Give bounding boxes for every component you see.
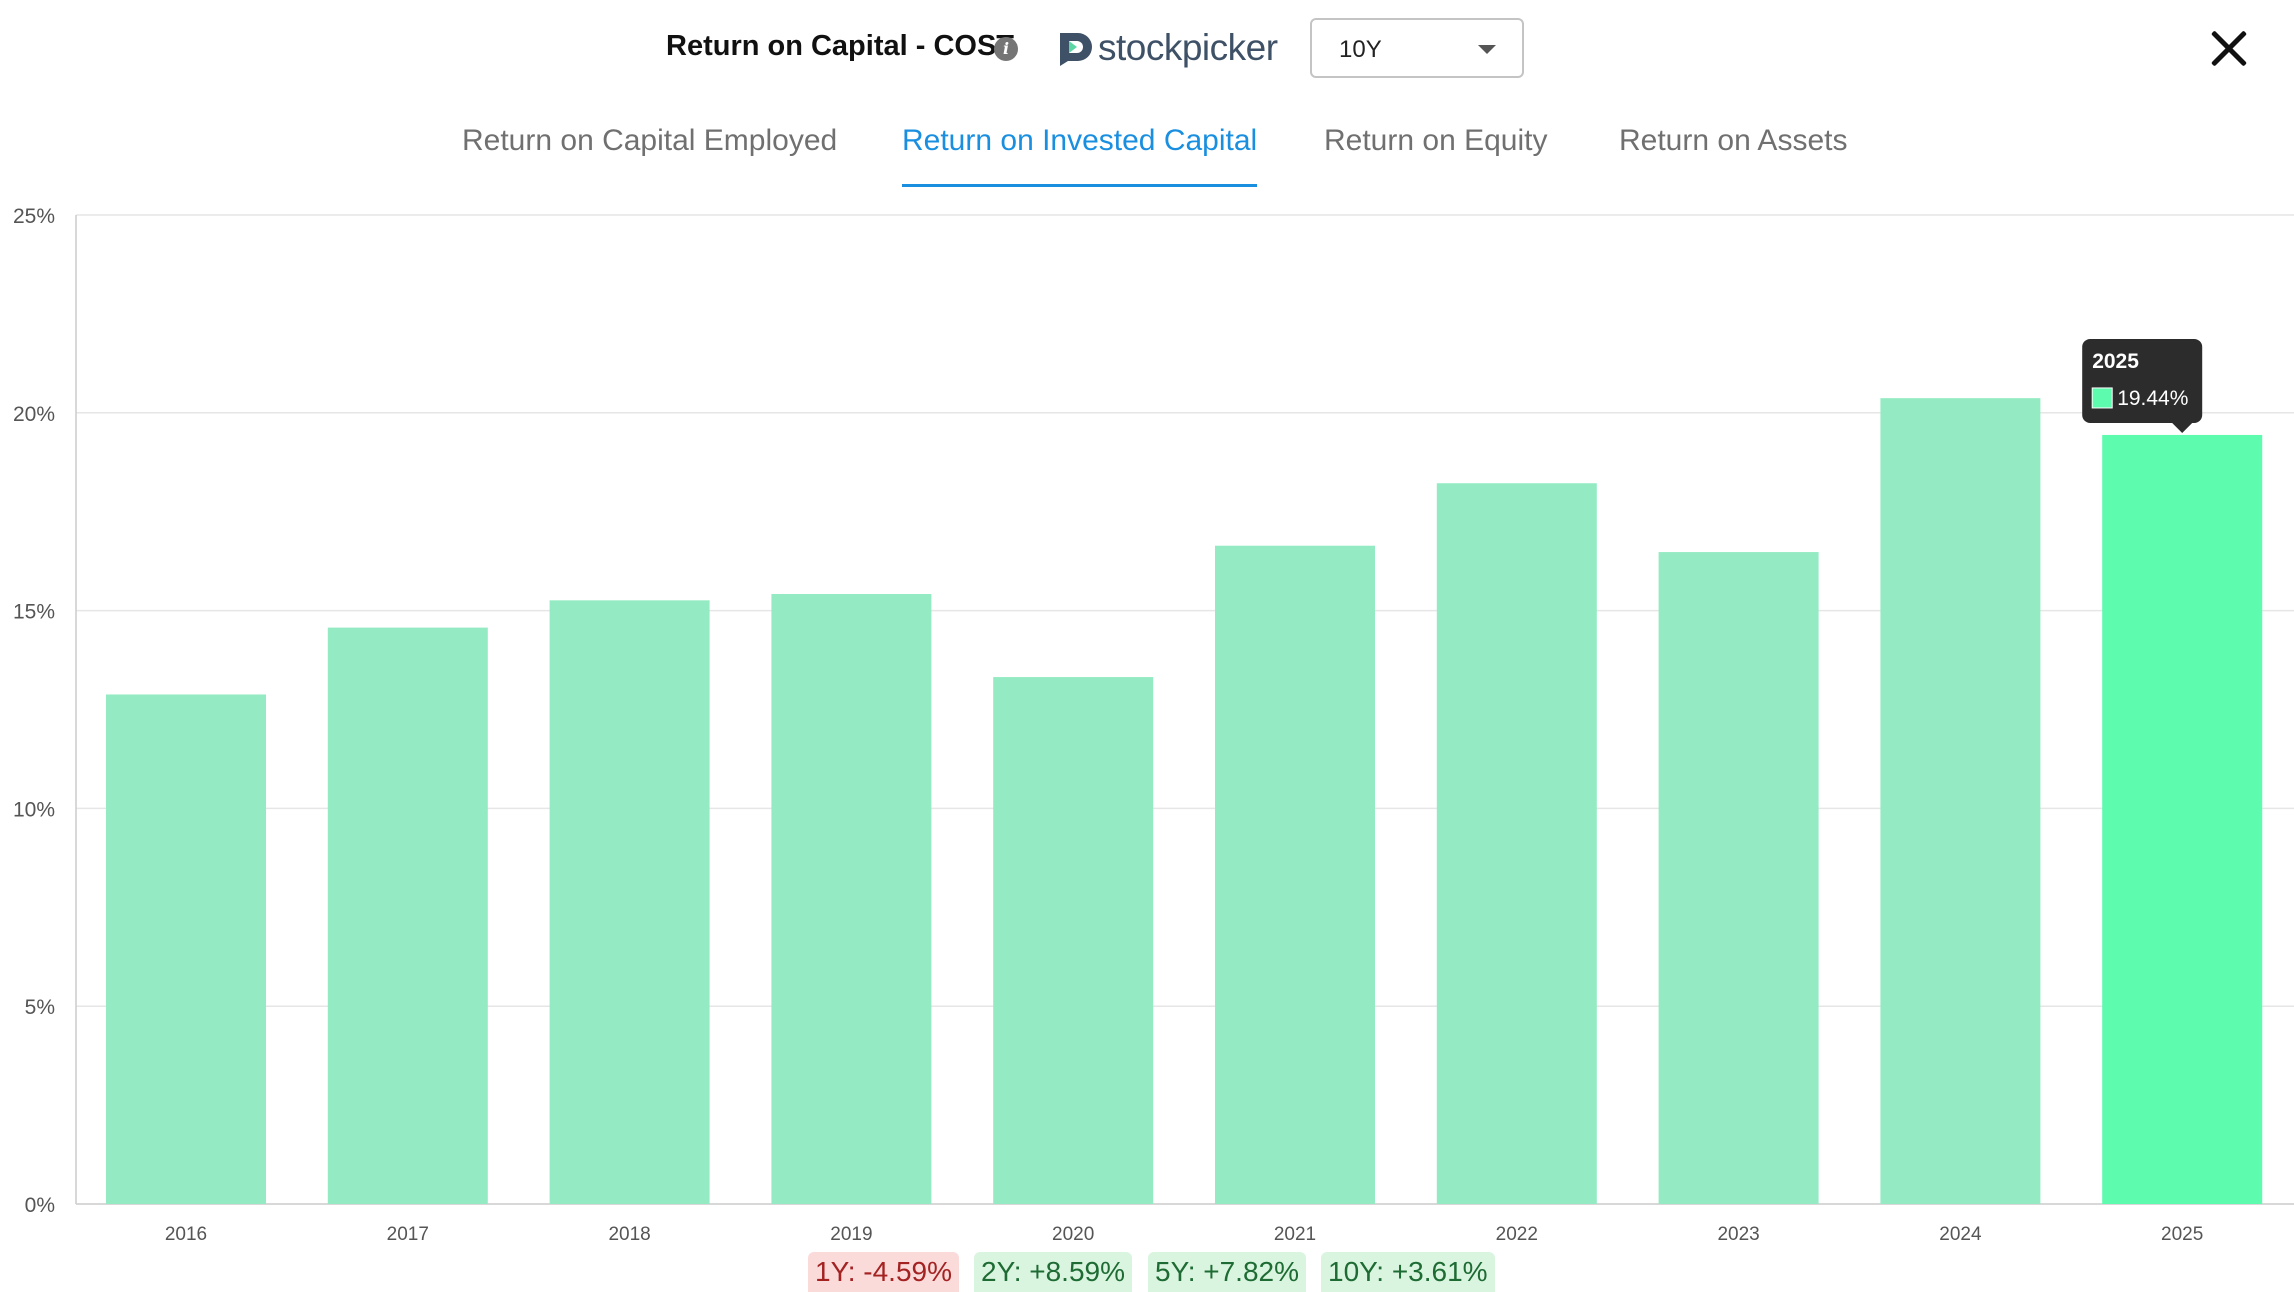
tab-return-on-invested-capital[interactable]: Return on Invested Capital (902, 124, 1258, 187)
stockpicker-logo-icon (1060, 33, 1092, 66)
bar-2022[interactable] (1436, 483, 1597, 1204)
x-tick-label: 2017 (387, 1224, 429, 1245)
bar-2025[interactable] (2102, 434, 2263, 1204)
bar-2024[interactable] (1880, 398, 2041, 1204)
y-tick-label: 15% (13, 601, 55, 624)
chart-header: Return on Capital - COST i stockpicker 1… (0, 0, 2294, 96)
period-select[interactable]: 10Y (1310, 18, 1524, 78)
info-icon[interactable]: i (994, 37, 1018, 61)
change-badges: 1Y: -4.59% 2Y: +8.59% 5Y: +7.82% 10Y: +3… (0, 1252, 2294, 1292)
brand-logo: stockpicker (1056, 26, 1278, 70)
bar-2017[interactable] (327, 627, 488, 1204)
page-title: Return on Capital - COST (666, 30, 1014, 62)
y-tick-label: 25% (13, 205, 55, 228)
bar-2021[interactable] (1215, 545, 1375, 1204)
y-tick-label: 0% (25, 1194, 55, 1217)
tooltip: 2025 19.44% (2082, 338, 2203, 433)
bar-2023[interactable] (1658, 552, 1819, 1204)
y-tick-label: 20% (13, 403, 55, 426)
x-tick-label: 2019 (830, 1224, 872, 1245)
x-tick-label: 2021 (1274, 1224, 1316, 1245)
x-tick-label: 2023 (1717, 1224, 1759, 1245)
tab-return-on-equity[interactable]: Return on Equity (1324, 124, 1547, 186)
tooltip-pointer (2172, 422, 2193, 433)
bar-2020[interactable] (993, 677, 1154, 1204)
bar-2018[interactable] (549, 600, 710, 1204)
period-select-value: 10Y (1339, 36, 1382, 63)
change-badge-1y: 1Y: -4.59% (808, 1252, 959, 1292)
tab-return-on-assets[interactable]: Return on Assets (1619, 124, 1847, 186)
bar-2019[interactable] (771, 593, 932, 1204)
tooltip-label: 2025 (2092, 350, 2139, 373)
tab-return-on-capital-employed[interactable]: Return on Capital Employed (462, 124, 837, 186)
y-tick-label: 5% (25, 996, 55, 1019)
x-tick-label: 2020 (1052, 1224, 1094, 1245)
chevron-down-icon (1478, 45, 1496, 54)
x-tick-label: 2022 (1496, 1224, 1538, 1245)
x-tick-label: 2025 (2161, 1224, 2203, 1245)
x-tick-label: 2024 (1939, 1224, 1982, 1245)
change-badge-10y: 10Y: +3.61% (1321, 1252, 1495, 1292)
metric-tabs: Return on Capital Employed Return on Inv… (0, 124, 2294, 194)
roic-bar-chart: 0% 5% 10% 15% 20% 25% 2016 2017 2018 2019 2020 2021… (13, 205, 2294, 1245)
x-tick-label: 2016 (165, 1224, 207, 1245)
close-icon[interactable] (2204, 24, 2254, 74)
change-badge-5y: 5Y: +7.82% (1148, 1252, 1307, 1292)
y-tick-label: 10% (13, 798, 55, 821)
bar-2016[interactable] (106, 694, 266, 1204)
tooltip-swatch (2091, 387, 2113, 409)
brand-name: stockpicker (1098, 27, 1278, 68)
x-tick-label: 2018 (608, 1224, 650, 1245)
change-badge-2y: 2Y: +8.59% (974, 1252, 1133, 1292)
tooltip-value: 19.44% (2117, 387, 2188, 410)
